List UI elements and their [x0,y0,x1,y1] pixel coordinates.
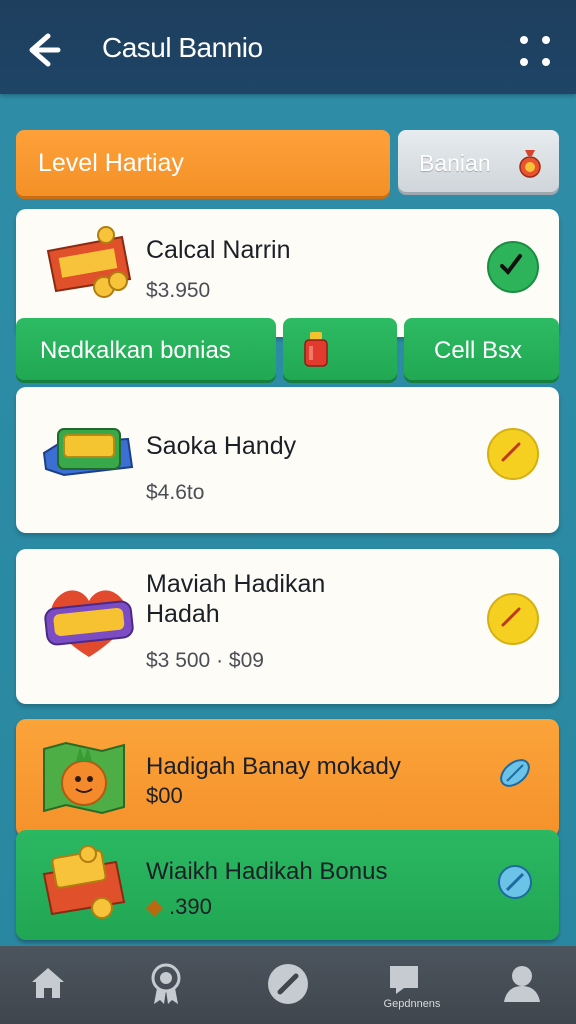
status-check[interactable] [487,241,539,293]
app-bar: Casul Bannio [0,0,576,94]
coin-icon: ◆ [146,894,163,919]
promo-title: Hadigah Banay mokady [146,753,401,780]
item-title: Saoka Handy [146,432,297,460]
award-badge-icon [151,963,181,1004]
compass-icon [268,964,308,1004]
candy-bar-icon [42,428,134,477]
red-gift-bag-icon [304,332,328,367]
tab-banner-label: Banian [419,150,491,176]
nav-explore[interactable] [256,962,316,1014]
item-title: Calcal Narrin [146,236,291,264]
item-title-line2: Hadah [146,600,220,628]
gift-button[interactable] [283,318,397,380]
item-price: $4.6to [146,481,205,504]
tab-level[interactable]: Level Hartiay [16,130,390,196]
list-item[interactable]: Maviah Hadikan Hadah $3 500 · $09 [16,549,559,704]
nav-home[interactable] [18,962,78,1014]
edit-icon[interactable] [495,862,535,902]
nav-rewards[interactable] [136,962,196,1014]
chat-icon [390,966,418,994]
menu-button[interactable] [516,30,556,70]
tab-level-label: Level Hartiay [38,149,184,177]
promo-card[interactable]: Hadigah Banay mokady $00 [16,719,559,837]
item-title: Maviah Hadikan [146,570,326,598]
list-item[interactable]: Saoka Handy $4.6to [16,387,559,533]
item-price: $3.950 [146,279,211,302]
money-bag-icon [519,150,541,178]
page-title: Casul Bannio [102,32,263,63]
check-icon [500,254,522,276]
nav-profile[interactable] [490,962,550,1014]
heart-gift-icon [44,590,134,657]
nav-messages-label: Gepdnnens [383,998,441,1010]
pencil-slash-icon [501,442,521,462]
sell-button[interactable]: Cell Bsx [404,318,559,380]
promo-title: Wiaikh Hadikah Bonus [146,858,388,885]
bottom-nav: Gepdnnens [0,946,576,1024]
item-price: $3 500 · $09 [146,649,264,672]
sell-button-label: Cell Bsx [434,337,523,364]
status-pending[interactable] [487,428,539,480]
promo-price: .390 [169,894,212,919]
edit-icon[interactable] [495,753,535,793]
pencil-slash-icon [501,607,521,627]
tab-banner[interactable]: Banian [398,130,559,192]
promo-card[interactable]: Wiaikh Hadikah Bonus ◆ .390 [16,830,559,940]
dots-grid-icon [516,30,556,70]
gold-coins-icon [42,845,126,919]
gold-coins-icon [46,226,132,298]
bonus-button-label: Nedkalkan bonias [40,337,231,364]
home-icon [32,968,64,998]
bonus-button[interactable]: Nedkalkan bonias [16,318,276,380]
back-button[interactable] [20,28,64,72]
profile-icon [504,966,540,1002]
pineapple-map-icon [43,741,125,815]
promo-price-row: ◆ .390 [146,894,212,920]
promo-price: $00 [146,783,183,808]
arrow-left-icon [29,33,61,67]
status-pending[interactable] [487,593,539,645]
